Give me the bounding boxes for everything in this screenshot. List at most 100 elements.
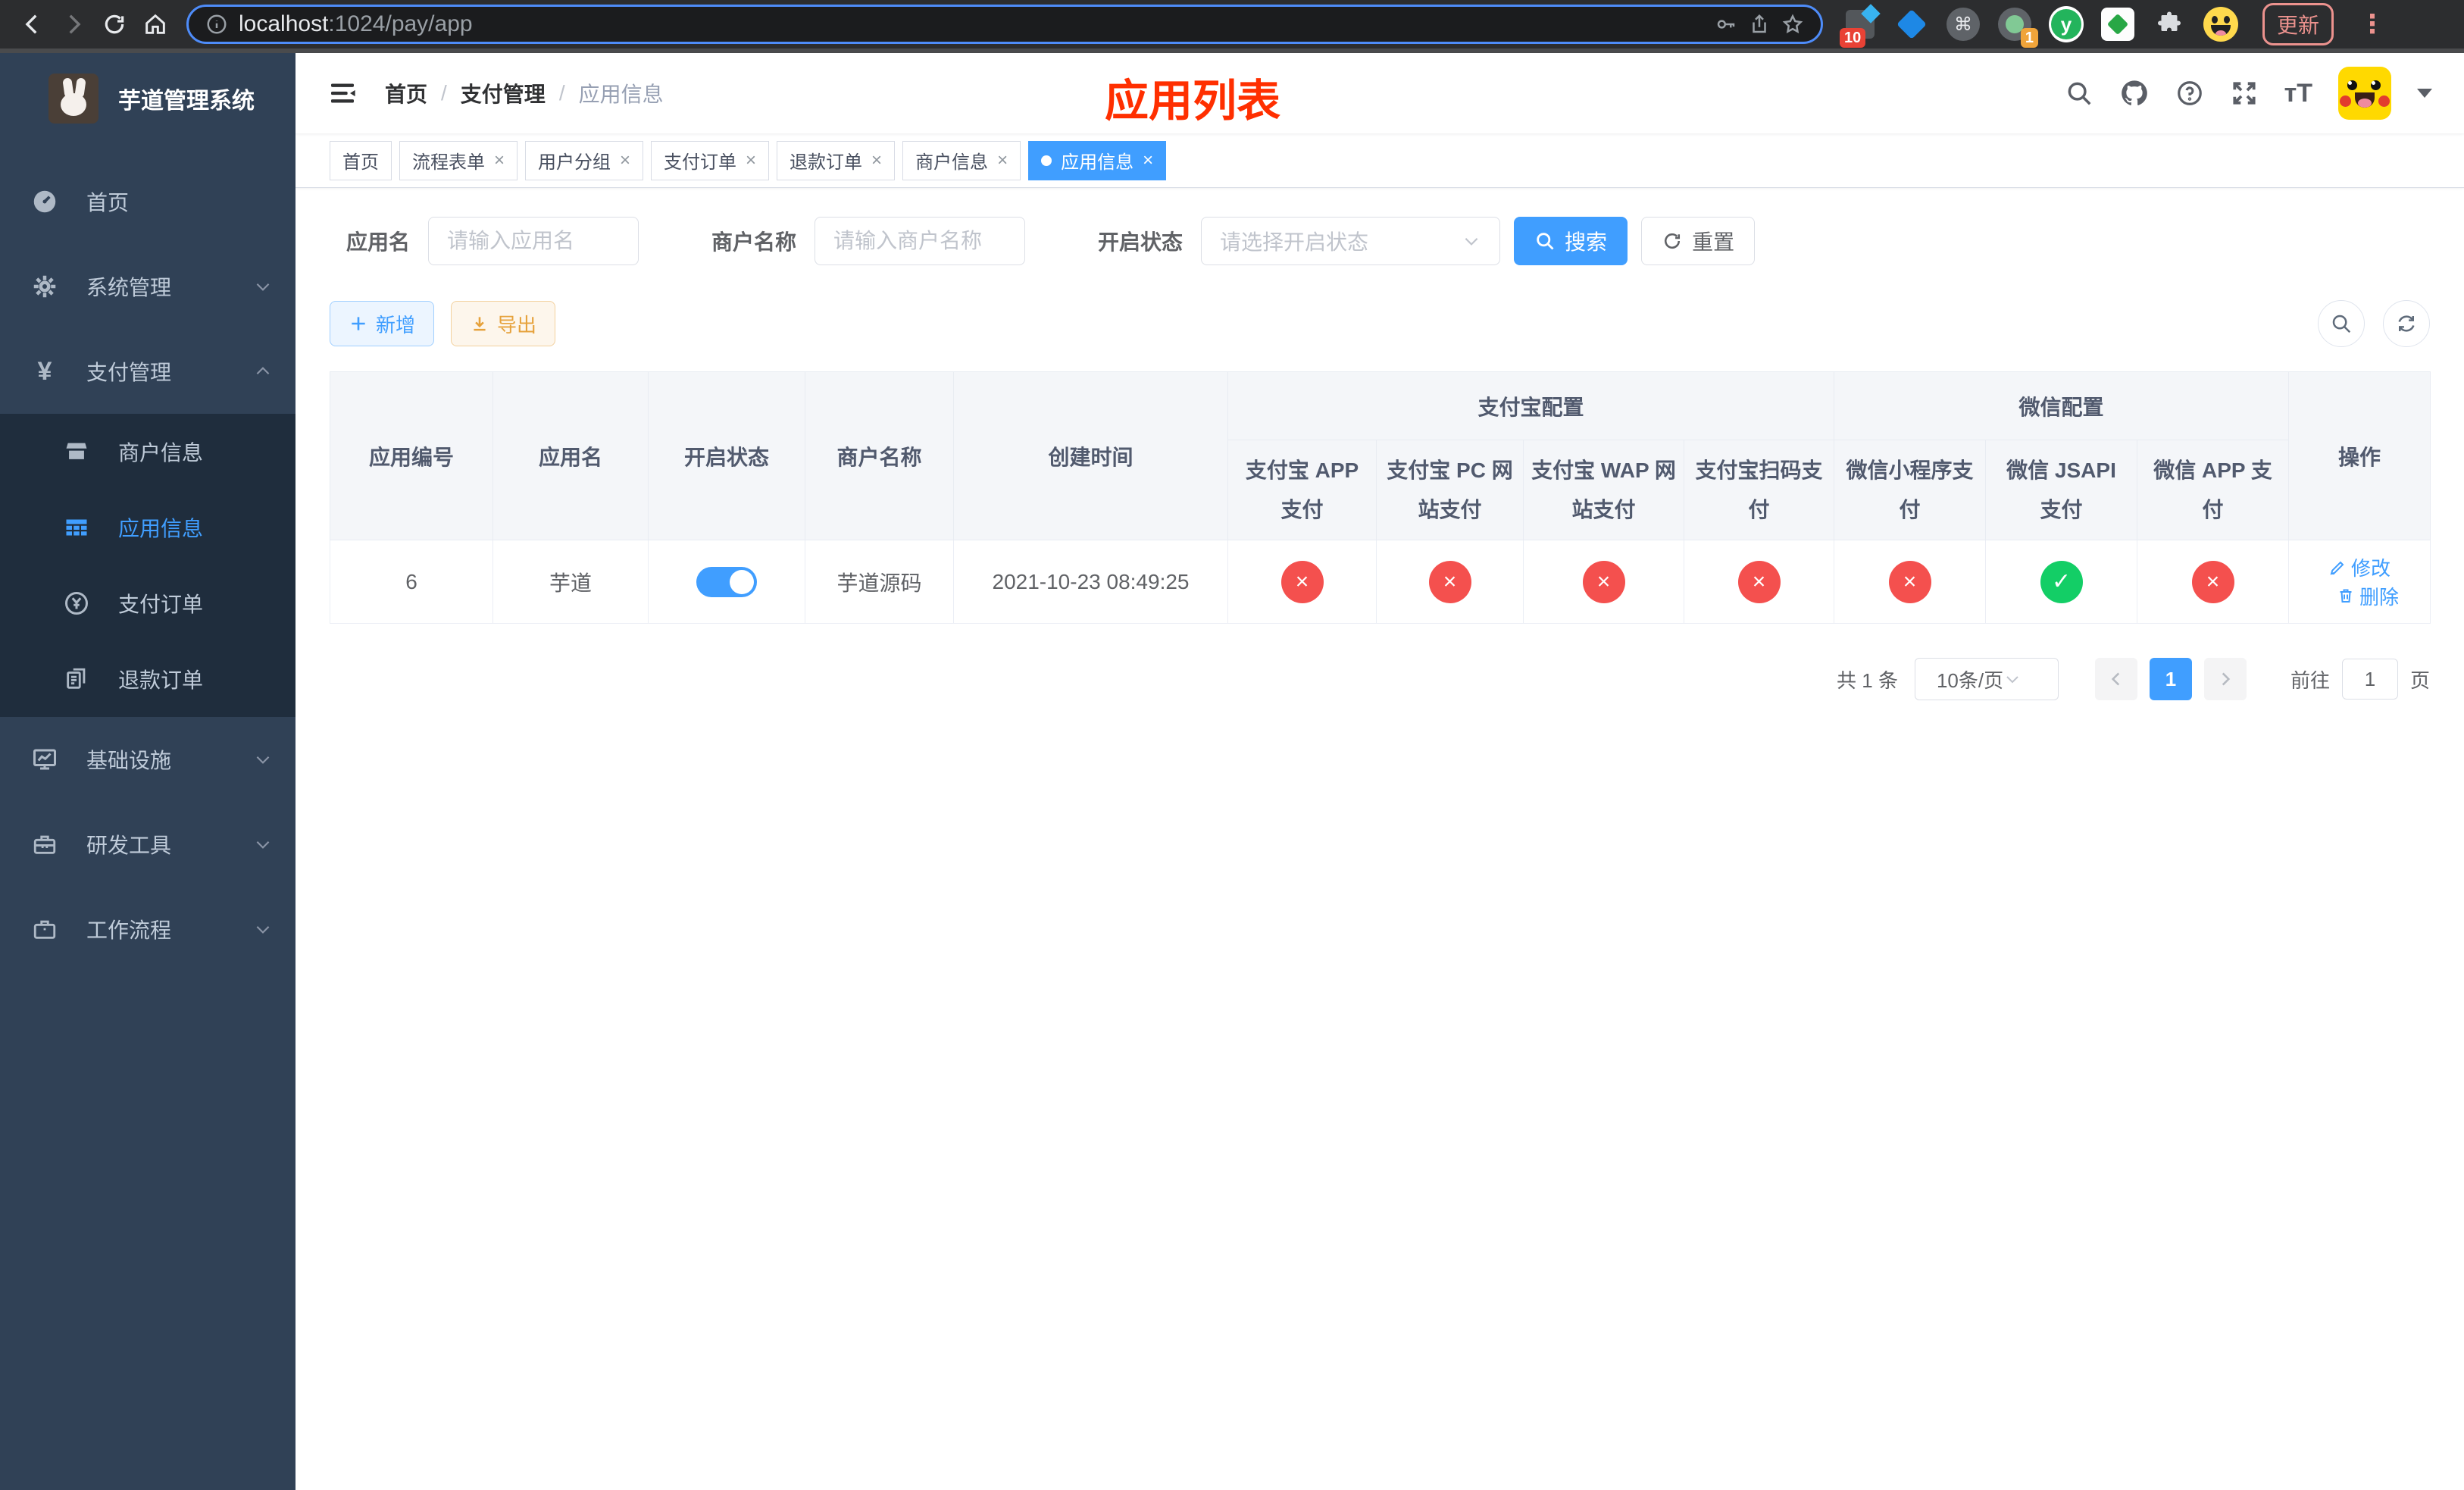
avatar-dropdown-caret-icon[interactable] bbox=[2417, 89, 2432, 98]
extension-y-icon[interactable]: y bbox=[2049, 6, 2084, 42]
table-grid-icon bbox=[59, 514, 94, 541]
gear-icon bbox=[27, 273, 62, 300]
share-icon[interactable] bbox=[1748, 13, 1771, 36]
sidebar-item-dev-tools[interactable]: 研发工具 bbox=[0, 802, 295, 887]
help-icon[interactable] bbox=[2175, 79, 2204, 108]
next-page-button[interactable] bbox=[2203, 658, 2247, 700]
tag-close-icon[interactable]: × bbox=[494, 150, 505, 171]
extension-emoji-icon[interactable] bbox=[2203, 7, 2238, 42]
sidebar-item-refund-orders[interactable]: 退款订单 bbox=[0, 641, 295, 717]
address-bar[interactable]: localhost:1024/pay/app bbox=[186, 5, 1823, 44]
browser-back-button[interactable] bbox=[12, 4, 53, 45]
tag-app-info-active[interactable]: 应用信息 × bbox=[1028, 140, 1167, 180]
browser-forward-button[interactable] bbox=[53, 4, 94, 45]
site-info-icon[interactable] bbox=[205, 13, 228, 36]
extension-kite-icon[interactable] bbox=[1894, 7, 1929, 42]
pagination: 共 1 条 10条/页 1 前往 页 bbox=[330, 658, 2430, 700]
breadcrumb-home[interactable]: 首页 bbox=[385, 78, 427, 108]
tag-user-group[interactable]: 用户分组 × bbox=[525, 140, 644, 180]
refresh-table-button[interactable] bbox=[2383, 300, 2430, 347]
sidebar-item-merchant-info[interactable]: 商户信息 bbox=[0, 414, 295, 490]
bookmark-star-icon[interactable] bbox=[1781, 13, 1804, 36]
cell-wx-mini: × bbox=[1834, 540, 1987, 624]
breadcrumb: 首页 / 支付管理 / 应用信息 bbox=[385, 78, 664, 108]
download-icon bbox=[474, 317, 486, 331]
cell-alipay-app: × bbox=[1227, 540, 1377, 624]
extension-recorder-icon[interactable]: 1 bbox=[1997, 7, 2038, 48]
page-number-current[interactable]: 1 bbox=[2149, 658, 2192, 700]
col-alipay-wap: 支付宝 WAP 网站支付 bbox=[1523, 440, 1684, 540]
sidebar-item-app-info[interactable]: 应用信息 bbox=[0, 490, 295, 565]
tag-refund-orders[interactable]: 退款订单 × bbox=[777, 140, 896, 180]
tags-view: 首页 流程表单 × 用户分组 × 支付订单 × 退款订单 × 商户信息 × 应用信息 × bbox=[295, 133, 2464, 188]
sidebar-fold-icon[interactable] bbox=[327, 78, 358, 108]
chrome-update-button[interactable]: 更新 bbox=[2262, 3, 2334, 45]
tag-close-icon[interactable]: × bbox=[871, 150, 882, 171]
browser-menu-kebab-icon[interactable]: ⋮ bbox=[2359, 9, 2385, 39]
status-check-icon: ✓ bbox=[2040, 560, 2083, 603]
sidebar-item-infrastructure[interactable]: 基础设施 bbox=[0, 717, 295, 802]
app-name-label: 应用名 bbox=[346, 230, 411, 254]
page-content: 应用名 商户名称 开启状态 请选择开启状态 搜索 重置 bbox=[295, 188, 2464, 1490]
merchant-name-input[interactable] bbox=[815, 217, 1026, 265]
github-icon[interactable] bbox=[2119, 78, 2150, 108]
font-size-icon[interactable]: ᴛT bbox=[2284, 79, 2312, 108]
goto-page-input[interactable] bbox=[2341, 659, 2398, 700]
yen-circle-icon bbox=[59, 590, 94, 617]
delete-link[interactable]: 删除 bbox=[2337, 582, 2399, 610]
status-toggle-on[interactable] bbox=[696, 566, 757, 597]
page-title-overlay: 应用列表 bbox=[1105, 77, 1281, 126]
status-cross-icon: × bbox=[2191, 560, 2234, 603]
user-avatar[interactable] bbox=[2338, 67, 2391, 120]
status-select[interactable]: 请选择开启状态 bbox=[1201, 217, 1501, 265]
page-size-select[interactable]: 10条/页 bbox=[1914, 658, 2059, 700]
sidebar-menu: 首页 系统管理 ¥ 支付管理 商户信息 应用信息 支付订单 退款订单 基础设施 … bbox=[0, 159, 295, 972]
prev-page-button[interactable] bbox=[2094, 658, 2137, 700]
chevron-down-icon bbox=[253, 277, 273, 296]
goto-label: 前往 bbox=[2290, 668, 2330, 692]
app-name-input[interactable] bbox=[428, 217, 639, 265]
browser-home-button[interactable] bbox=[135, 4, 176, 45]
extension-grid-icon[interactable]: 10 bbox=[1840, 4, 1881, 48]
col-alipay-pc: 支付宝 PC 网站支付 bbox=[1376, 440, 1524, 540]
tag-merchant-info[interactable]: 商户信息 × bbox=[902, 140, 1021, 180]
breadcrumb-current: 应用信息 bbox=[578, 83, 664, 106]
password-key-icon[interactable] bbox=[1715, 13, 1737, 36]
table-row: 6 芋道 芋道源码 2021-10-23 08:49:25 × × × × × … bbox=[330, 540, 2431, 624]
tag-pay-orders[interactable]: 支付订单 × bbox=[651, 140, 770, 180]
search-button[interactable]: 搜索 bbox=[1514, 217, 1628, 265]
tag-process-form[interactable]: 流程表单 × bbox=[399, 140, 518, 180]
reset-button[interactable]: 重置 bbox=[1641, 217, 1756, 265]
tag-home[interactable]: 首页 bbox=[330, 140, 392, 180]
home-icon bbox=[145, 14, 165, 34]
header-search-icon[interactable] bbox=[2065, 79, 2093, 108]
sidebar-item-payment[interactable]: ¥ 支付管理 bbox=[0, 329, 295, 414]
reload-icon bbox=[105, 14, 124, 34]
sidebar: 芋道管理系统 首页 系统管理 ¥ 支付管理 商户信息 应用信息 支付订单 退款订… bbox=[0, 53, 295, 1490]
tag-close-icon[interactable]: × bbox=[746, 150, 756, 171]
extension-command-icon[interactable]: ⌘ bbox=[1946, 7, 1981, 42]
tag-close-icon[interactable]: × bbox=[997, 150, 1008, 171]
edit-link[interactable]: 修改 bbox=[2328, 553, 2391, 581]
breadcrumb-payment[interactable]: 支付管理 bbox=[461, 78, 546, 108]
fullscreen-icon[interactable] bbox=[2230, 79, 2259, 108]
active-dot bbox=[1041, 155, 1052, 166]
extension-badge: 1 bbox=[2020, 28, 2038, 48]
add-button[interactable]: 新增 bbox=[330, 301, 435, 346]
browser-reload-button[interactable] bbox=[94, 4, 135, 45]
toggle-search-button[interactable] bbox=[2318, 300, 2365, 347]
sidebar-item-pay-orders[interactable]: 支付订单 bbox=[0, 565, 295, 641]
sidebar-logo-row[interactable]: 芋道管理系统 bbox=[0, 53, 295, 144]
back-arrow-icon bbox=[25, 14, 37, 34]
col-alipay-app: 支付宝 APP 支付 bbox=[1227, 440, 1377, 540]
extensions-puzzle-icon[interactable] bbox=[2152, 7, 2187, 42]
sidebar-item-system[interactable]: 系统管理 bbox=[0, 244, 295, 329]
extension-store-icon[interactable] bbox=[2100, 7, 2135, 42]
tag-close-icon[interactable]: × bbox=[620, 150, 630, 171]
goto-unit: 页 bbox=[2409, 668, 2430, 692]
status-cross-icon: × bbox=[1280, 560, 1324, 603]
sidebar-item-workflow[interactable]: 工作流程 bbox=[0, 887, 295, 972]
sidebar-item-home[interactable]: 首页 bbox=[0, 159, 295, 244]
tag-close-icon[interactable]: × bbox=[1143, 150, 1153, 171]
export-button[interactable]: 导出 bbox=[451, 301, 556, 346]
